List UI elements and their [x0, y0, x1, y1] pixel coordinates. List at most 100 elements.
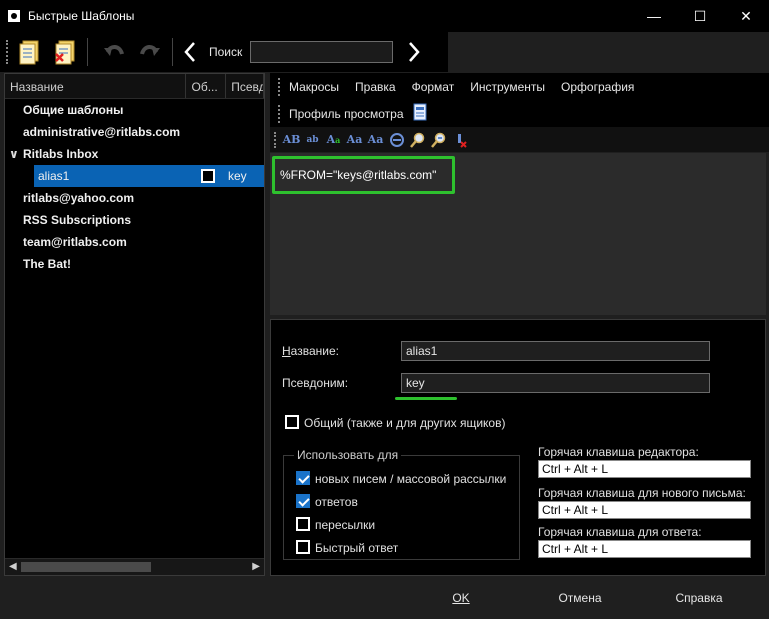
- format-toolbar: AB ab Aa Aa Aa: [270, 127, 769, 152]
- hotkey-new-field[interactable]: Ctrl + Alt + L: [538, 501, 751, 519]
- tree-item-selected[interactable]: alias1 key: [34, 165, 264, 187]
- menu-tools[interactable]: Инструменты: [470, 80, 545, 94]
- search-label: Поиск: [209, 45, 243, 59]
- tree-item-label: team@ritlabs.com: [23, 235, 127, 249]
- hotkey-editor-label: Горячая клавиша редактора:: [538, 445, 699, 459]
- hotkey-new-label: Горячая клавиша для нового письма:: [538, 486, 746, 500]
- search-next-button[interactable]: [403, 38, 425, 66]
- menu-view-profile[interactable]: Профиль просмотра: [289, 107, 404, 121]
- text-color-icon[interactable]: Aa: [323, 131, 344, 149]
- undo-button[interactable]: [98, 36, 130, 68]
- expand-caret-icon[interactable]: ∨: [9, 143, 23, 165]
- window-title: Быстрые Шаблоны: [28, 9, 135, 23]
- menubar-grip[interactable]: [278, 77, 281, 96]
- tree-item[interactable]: ritlabs@yahoo.com: [5, 187, 264, 209]
- circle-o-icon[interactable]: [386, 131, 407, 149]
- tree-item-label: alias1: [38, 169, 70, 183]
- search-prev-button[interactable]: [179, 38, 201, 66]
- template-properties: Название: alias1 Псевдоним: key Общий (т…: [270, 319, 766, 576]
- redo-icon: [140, 45, 160, 56]
- alias-highlight-underline: [395, 397, 457, 400]
- tree-column-header: Название Об... Псевд: [5, 74, 264, 99]
- help-button[interactable]: Справка: [645, 586, 753, 610]
- tree-item[interactable]: administrative@ritlabs.com: [5, 121, 264, 143]
- new-template-icon: [19, 40, 39, 65]
- shared-label: Общий (также и для других ящиков): [304, 416, 506, 430]
- hotkey-editor-field[interactable]: Ctrl + Alt + L: [538, 460, 751, 478]
- format-grip[interactable]: [274, 131, 277, 148]
- font-size-icon[interactable]: ab: [302, 131, 323, 149]
- menu-spelling[interactable]: Орфография: [561, 80, 634, 94]
- horizontal-scrollbar[interactable]: ◀ ▶: [5, 558, 264, 575]
- dialog-buttons: OK Отмена Справка: [0, 578, 769, 619]
- zoom-in-icon[interactable]: [407, 131, 428, 149]
- tree-item-label: The Bat!: [23, 257, 71, 271]
- tree-item-label: ritlabs@yahoo.com: [23, 191, 135, 205]
- menu-edit[interactable]: Правка: [355, 80, 396, 94]
- tree-item-label: administrative@ritlabs.com: [23, 125, 181, 139]
- use-replies-checkbox[interactable]: [296, 494, 310, 508]
- delete-template-button[interactable]: [49, 36, 81, 68]
- use-for-title: Использовать для: [294, 448, 402, 462]
- use-replies-label: ответов: [315, 495, 358, 509]
- hotkey-reply-label: Горячая клавиша для ответа:: [538, 525, 702, 539]
- zoom-out-icon[interactable]: [428, 131, 449, 149]
- tree-item-label: RSS Subscriptions: [23, 213, 132, 227]
- ok-button[interactable]: OK: [407, 586, 515, 610]
- chevron-right-icon: [409, 42, 420, 62]
- title-bar: Быстрые Шаблоны — ☐ ✕: [0, 0, 769, 32]
- char-spacing-icon[interactable]: Aa: [344, 131, 365, 149]
- scroll-thumb[interactable]: [21, 562, 151, 572]
- hotkey-reply-field[interactable]: Ctrl + Alt + L: [538, 540, 751, 558]
- alias-field[interactable]: key: [401, 373, 710, 393]
- tree-item-alias: key: [228, 169, 247, 183]
- chevron-left-icon: [184, 42, 195, 62]
- use-forwards-checkbox[interactable]: [296, 517, 310, 531]
- editor-menubar: Макросы Правка Формат Инструменты Орфогр…: [270, 73, 769, 127]
- shared-checkbox[interactable]: [201, 169, 215, 183]
- tree-item[interactable]: RSS Subscriptions: [5, 209, 264, 231]
- tree-item-label: Общие шаблоны: [23, 103, 124, 117]
- app-icon: [6, 8, 22, 24]
- search-input[interactable]: [250, 41, 394, 63]
- tree-item[interactable]: ∨ Ritlabs Inbox: [5, 143, 264, 165]
- view-profile-icon[interactable]: [412, 103, 428, 124]
- use-quick-reply-checkbox[interactable]: [296, 540, 310, 554]
- column-alias[interactable]: Псевд: [226, 74, 264, 98]
- toolbar-separator: [87, 38, 88, 66]
- name-label: Название:: [282, 344, 339, 358]
- column-shared[interactable]: Об...: [186, 74, 227, 98]
- scroll-right-icon[interactable]: ▶: [252, 561, 260, 572]
- name-field[interactable]: alias1: [401, 341, 710, 361]
- use-new-messages-label: новых писем / массовой рассылки: [315, 472, 507, 486]
- alias-label: Псевдоним:: [282, 376, 349, 390]
- new-template-button[interactable]: [13, 36, 45, 68]
- superscript-icon[interactable]: Aa: [365, 131, 386, 149]
- column-name[interactable]: Название: [5, 74, 187, 98]
- use-for-group: Использовать для новых писем / массовой …: [283, 448, 520, 560]
- menubar-grip[interactable]: [278, 104, 281, 123]
- delete-template-icon: [55, 40, 75, 65]
- redo-button[interactable]: [134, 36, 166, 68]
- use-new-messages-checkbox[interactable]: [296, 471, 310, 485]
- editor-highlighted-text[interactable]: %FROM="keys@ritlabs.com": [272, 156, 455, 194]
- menu-format[interactable]: Формат: [412, 80, 455, 94]
- cancel-button[interactable]: Отмена: [526, 586, 634, 610]
- tree-item[interactable]: The Bat!: [5, 253, 264, 275]
- tree-item[interactable]: Общие шаблоны: [5, 99, 264, 121]
- clear-format-icon[interactable]: [449, 131, 470, 149]
- template-editor[interactable]: %FROM="keys@ritlabs.com": [270, 153, 766, 315]
- toolbar: Поиск: [0, 32, 448, 72]
- maximize-button[interactable]: ☐: [677, 0, 723, 32]
- templates-tree: Общие шаблоны administrative@ritlabs.com…: [5, 99, 264, 275]
- use-forwards-label: пересылки: [315, 518, 376, 532]
- tree-item[interactable]: team@ritlabs.com: [5, 231, 264, 253]
- menu-macros[interactable]: Макросы: [289, 80, 339, 94]
- close-button[interactable]: ✕: [723, 0, 769, 32]
- toolbar-grip[interactable]: [6, 40, 9, 64]
- scroll-left-icon[interactable]: ◀: [9, 561, 17, 572]
- minimize-button[interactable]: —: [631, 0, 677, 32]
- shared-checkbox[interactable]: [285, 415, 299, 429]
- font-icon[interactable]: AB: [281, 131, 302, 149]
- toolbar-separator: [172, 38, 173, 66]
